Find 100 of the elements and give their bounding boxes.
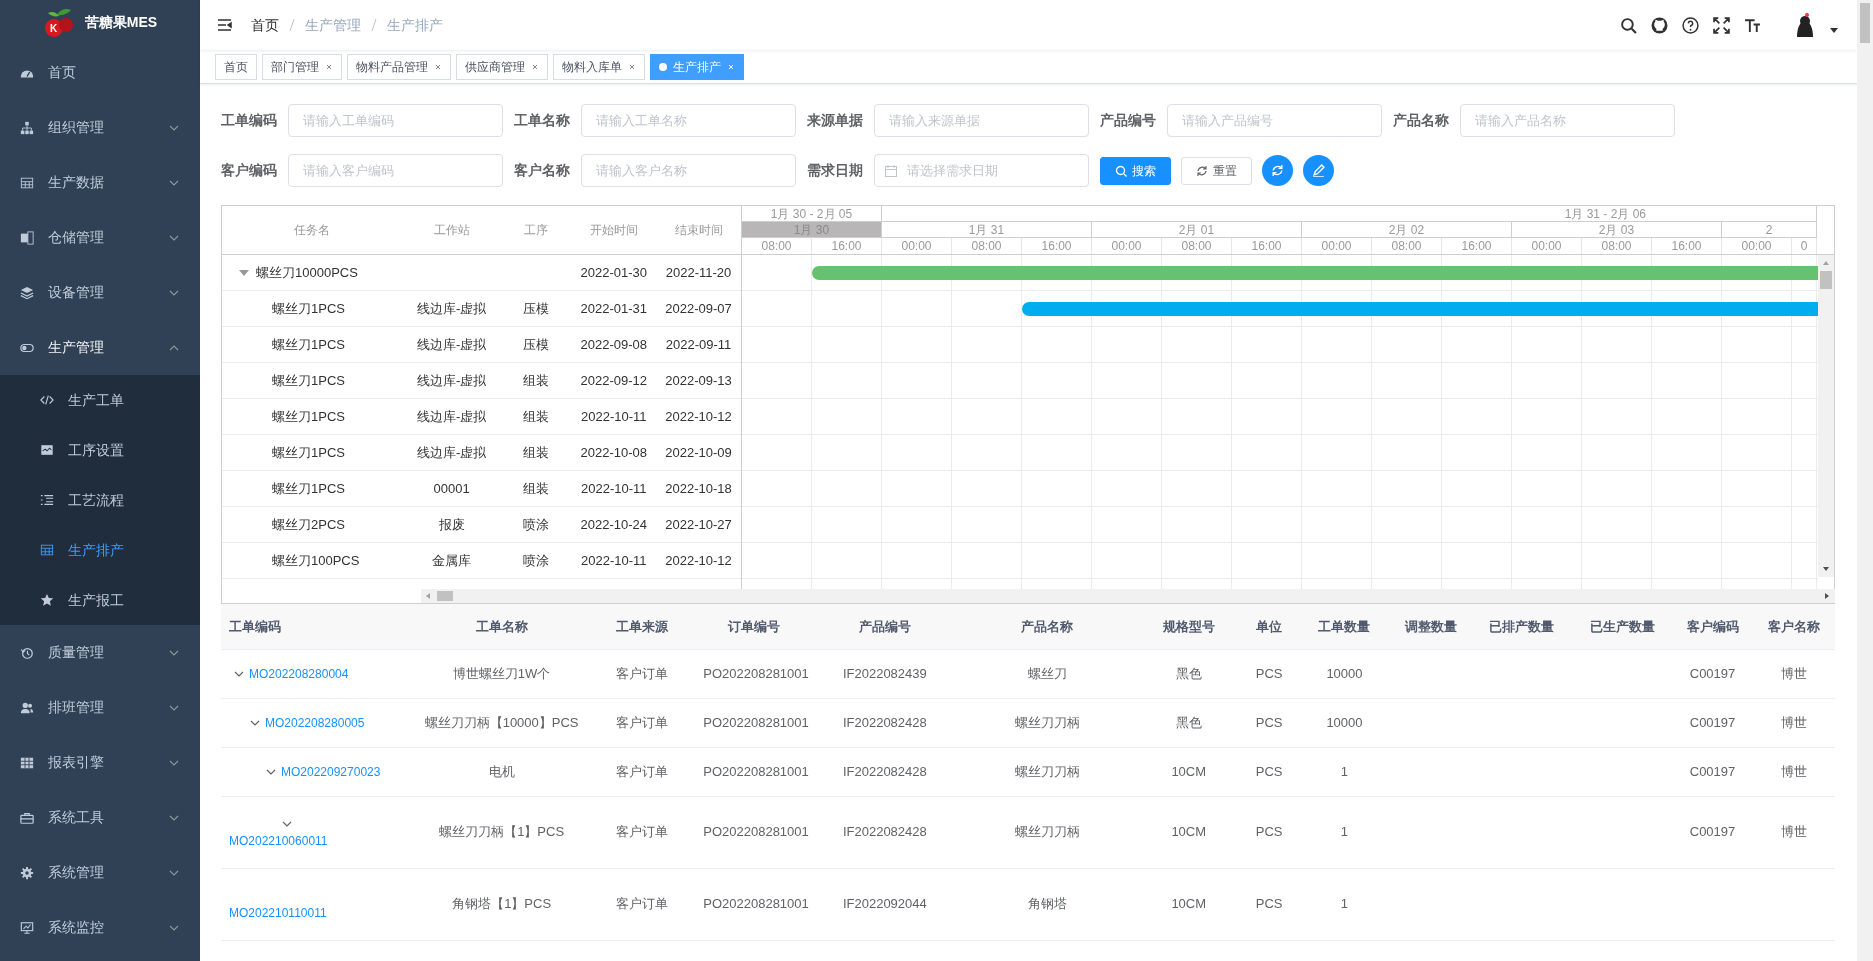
task-cell: 喷涂 [523, 552, 550, 568]
column-header: 订单编号 [727, 618, 780, 634]
task-cell: 2022-10-08 [580, 444, 647, 460]
reset-button[interactable]: 重置 [1181, 156, 1252, 185]
column-header: 产品编号 [858, 618, 911, 634]
hour-label: 16:00 [1041, 238, 1072, 254]
input-field[interactable]: 请输入产品名称 [1460, 104, 1675, 137]
input-field[interactable]: 请输入来源单据 [874, 104, 1089, 137]
fullscreen-icon[interactable] [1713, 16, 1730, 34]
sidebar-item[interactable]: 排班管理 [0, 680, 200, 735]
column-header: 工单名称 [475, 618, 528, 634]
table-cell: PCS [1255, 665, 1283, 681]
table-cell: 博世 [1781, 824, 1807, 840]
sidebar-item[interactable]: 系统监控 [0, 900, 200, 955]
menu-icon [217, 17, 233, 33]
text-size-icon[interactable] [1744, 16, 1761, 34]
hour-label: 08:00 [1181, 238, 1212, 254]
order-link[interactable]: MO202209270023 [281, 762, 381, 781]
order-link[interactable]: MO202208280005 [265, 713, 365, 732]
help-icon[interactable] [1682, 16, 1699, 34]
column-header: 工序 [524, 222, 549, 239]
input-field[interactable]: 请输入工单编码 [288, 104, 503, 137]
input-field[interactable]: 请输入客户名称 [581, 154, 796, 187]
task-cell: 2022-10-11 [580, 408, 647, 424]
task-cell: 压模 [523, 336, 550, 352]
task-name: 螺丝刀2PCS [272, 515, 345, 534]
view-tab[interactable]: 部门管理 [262, 53, 342, 80]
view-tab[interactable]: 物料产品管理 [347, 53, 451, 80]
sidebar-item[interactable]: 系统管理 [0, 845, 200, 900]
sidebar-item[interactable]: 生产管理 [0, 320, 200, 375]
table-cell: IF2022082439 [842, 665, 927, 681]
sidebar-item[interactable]: 设备管理 [0, 265, 200, 320]
sidebar-subitem[interactable]: 工艺流程 [0, 475, 200, 525]
sidebar-subitem[interactable]: 生产排产 [0, 525, 200, 575]
table-cell: PCS [1255, 824, 1283, 840]
field-label: 需求日期 [807, 161, 863, 180]
input-field[interactable]: 请输入产品编号 [1167, 104, 1382, 137]
table-cell: PO202208281001 [703, 665, 809, 681]
field-label: 客户编码 [221, 161, 277, 180]
task-cell: 线边库-虚拟 [416, 300, 487, 316]
task-cell: 金属库 [432, 552, 472, 568]
input-field[interactable]: 请输入工单名称 [581, 104, 796, 137]
sidebar-item[interactable]: 首页 [0, 45, 200, 100]
table-cell: 客户订单 [616, 714, 669, 730]
task-cell: 线边库-虚拟 [416, 336, 487, 352]
task-name: 螺丝刀1PCS [272, 407, 345, 426]
task-cell: 线边库-虚拟 [416, 408, 487, 424]
sidebar-item[interactable]: 组织管理 [0, 100, 200, 155]
edit-button[interactable] [1303, 155, 1334, 186]
grid-icon [20, 755, 34, 770]
sidebar-item[interactable]: 仓储管理 [0, 210, 200, 265]
sidebar-item[interactable]: 生产数据 [0, 155, 200, 210]
dot-icon [659, 62, 667, 71]
collapse-icon[interactable] [238, 267, 250, 278]
table-cell: PO202208281001 [703, 714, 809, 730]
task-name: 螺丝刀1PCS [272, 479, 345, 498]
breadcrumb-link[interactable]: 首页 [251, 14, 279, 36]
table-cell: 1 [1340, 763, 1349, 779]
input-field[interactable]: 请输入客户编码 [288, 154, 503, 187]
table-cell: PO202208281001 [703, 824, 809, 840]
column-header: 已排产数量 [1489, 618, 1555, 634]
day-label: 1月 31 [968, 221, 1005, 239]
column-header: 工作站 [433, 222, 470, 239]
table-cell: 螺丝刀 [1027, 665, 1067, 681]
table-cell: IF2022092044 [842, 896, 927, 912]
table-cell: 10000 [1326, 665, 1363, 681]
users-icon [20, 700, 34, 715]
day-label: 2月 01 [1178, 221, 1215, 239]
table-cell: IF2022082428 [842, 714, 927, 730]
table-cell: 1 [1340, 824, 1349, 840]
sidebar-subitem[interactable]: 生产报工 [0, 575, 200, 625]
task-cell: 组装 [523, 408, 550, 424]
hour-label: 08:00 [1391, 238, 1422, 254]
sidebar-item[interactable]: 报表引擎 [0, 735, 200, 790]
table-cell: 角钢塔 [1027, 896, 1067, 912]
task-cell: 2022-10-24 [580, 516, 647, 532]
hour-label: 00:00 [1531, 238, 1562, 254]
order-link[interactable]: MO202208280004 [249, 664, 349, 683]
sidebar-subitem[interactable]: 工序设置 [0, 425, 200, 475]
list-icon [40, 493, 54, 507]
refresh-button[interactable] [1262, 155, 1293, 186]
search-icon[interactable] [1620, 16, 1637, 34]
hour-label: 08:00 [971, 238, 1002, 254]
column-header: 工单编码 [229, 618, 281, 634]
sidebar-item[interactable]: 系统工具 [0, 790, 200, 845]
table-cell: 客户订单 [616, 763, 669, 779]
column-header: 任务名 [293, 222, 330, 239]
view-tab[interactable]: 供应商管理 [456, 53, 548, 80]
code-icon [40, 393, 54, 407]
view-tab[interactable]: 物料入库单 [553, 53, 645, 80]
sidebar-subitem[interactable]: 生产工单 [0, 375, 200, 425]
day-label: 2月 02 [1388, 221, 1425, 239]
sidebar-item[interactable]: 质量管理 [0, 625, 200, 680]
table-cell: 螺丝刀刀柄 [1014, 763, 1080, 779]
view-tab[interactable]: 首页 [215, 53, 257, 80]
field-label: 工单名称 [514, 111, 570, 130]
star-icon [40, 593, 54, 607]
table-cell: 博世螺丝刀1W个 [452, 665, 551, 681]
column-header: 单位 [1256, 618, 1283, 634]
table-cell: 黑色 [1175, 665, 1202, 681]
